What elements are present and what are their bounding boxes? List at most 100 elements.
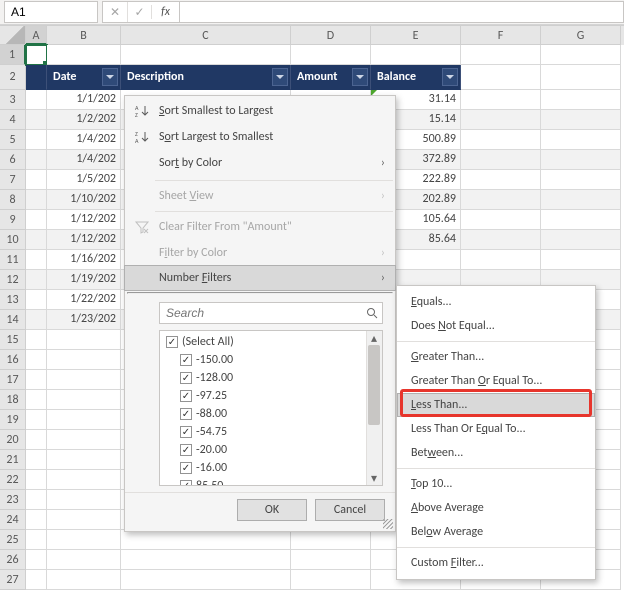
cell[interactable]: 1/12/202 <box>47 210 121 230</box>
cell[interactable] <box>541 110 621 130</box>
cell[interactable] <box>26 430 47 450</box>
checkbox-icon[interactable]: ✓ <box>180 462 192 474</box>
cell[interactable] <box>26 450 47 470</box>
cell[interactable] <box>26 45 47 65</box>
scrollbar-track[interactable]: ▴ ▾ <box>366 331 382 485</box>
cell[interactable] <box>541 150 621 170</box>
filter-check-item[interactable]: ✓-97.25 <box>160 387 382 405</box>
cell[interactable] <box>121 570 291 590</box>
filter-check-item[interactable]: ✓(Select All) <box>160 333 382 351</box>
checkbox-icon[interactable]: ✓ <box>180 372 192 384</box>
checkbox-icon[interactable]: ✓ <box>180 390 192 402</box>
cell[interactable] <box>26 370 47 390</box>
cell[interactable]: 1/1/202 <box>47 90 121 110</box>
name-box[interactable] <box>4 1 98 23</box>
cell[interactable] <box>461 170 541 190</box>
scrollbar-thumb[interactable] <box>368 345 380 425</box>
cell[interactable] <box>26 390 47 410</box>
cell[interactable] <box>291 45 371 65</box>
filter-check-item[interactable]: ✓-150.00 <box>160 351 382 369</box>
cell[interactable] <box>461 190 541 210</box>
row-header[interactable]: 8 <box>0 190 26 210</box>
cell[interactable] <box>47 530 121 550</box>
cell[interactable] <box>541 170 621 190</box>
cell[interactable] <box>26 510 47 530</box>
row-header[interactable]: 16 <box>0 350 26 370</box>
cell[interactable]: 1/23/202 <box>47 310 121 330</box>
cell[interactable] <box>47 350 121 370</box>
checkbox-icon[interactable]: ✓ <box>180 408 192 420</box>
filter-check-item[interactable]: ✓-88.00 <box>160 405 382 423</box>
filter-dropdown-button[interactable] <box>352 68 368 86</box>
row-header[interactable]: 18 <box>0 390 26 410</box>
row-header[interactable]: 19 <box>0 410 26 430</box>
header-description[interactable]: Description <box>121 65 291 90</box>
select-all-corner[interactable] <box>0 26 26 45</box>
less-than-item[interactable]: Less Than... <box>397 393 595 417</box>
cell[interactable] <box>26 290 47 310</box>
row-header[interactable]: 26 <box>0 550 26 570</box>
cell[interactable] <box>26 65 47 90</box>
checkbox-icon[interactable]: ✓ <box>180 354 192 366</box>
cell[interactable] <box>461 250 541 270</box>
sort-asc-item[interactable]: AZ Sort Smallest to Largest <box>125 98 395 124</box>
cell[interactable] <box>26 170 47 190</box>
cell[interactable] <box>26 570 47 590</box>
row-header[interactable]: 10 <box>0 230 26 250</box>
cell[interactable] <box>47 450 121 470</box>
cell[interactable] <box>26 350 47 370</box>
cell[interactable] <box>26 490 47 510</box>
cell[interactable] <box>541 90 621 110</box>
cell[interactable] <box>461 130 541 150</box>
cell[interactable] <box>26 530 47 550</box>
cell[interactable] <box>121 550 291 570</box>
filter-dropdown-button[interactable] <box>102 68 118 86</box>
cell[interactable] <box>541 190 621 210</box>
header-amount[interactable]: Amount <box>291 65 371 90</box>
below-average-item[interactable]: Below Average <box>397 520 595 544</box>
cell[interactable]: 1/19/202 <box>47 270 121 290</box>
cell[interactable] <box>541 210 621 230</box>
cell[interactable]: 1/16/202 <box>47 250 121 270</box>
cell[interactable] <box>47 570 121 590</box>
row-header[interactable]: 17 <box>0 370 26 390</box>
row-header[interactable]: 1 <box>0 45 26 65</box>
row-header[interactable]: 7 <box>0 170 26 190</box>
col-header-C[interactable]: C <box>121 26 291 45</box>
cell[interactable]: 1/12/202 <box>47 230 121 250</box>
cell[interactable] <box>461 45 541 65</box>
col-header-E[interactable]: E <box>371 26 461 45</box>
row-header[interactable]: 12 <box>0 270 26 290</box>
col-header-A[interactable]: A <box>26 26 47 45</box>
cell[interactable] <box>541 250 621 270</box>
cell[interactable] <box>26 470 47 490</box>
greater-equal-item[interactable]: Greater Than Or Equal To... <box>397 369 595 393</box>
cell[interactable] <box>26 270 47 290</box>
row-header[interactable]: 27 <box>0 570 26 590</box>
filter-search-input[interactable] <box>166 306 366 320</box>
cell[interactable] <box>541 130 621 150</box>
cell[interactable] <box>26 410 47 430</box>
row-header[interactable]: 3 <box>0 90 26 110</box>
row-header[interactable]: 14 <box>0 310 26 330</box>
filter-dropdown-button[interactable] <box>442 68 458 86</box>
cell[interactable] <box>461 90 541 110</box>
col-header-G[interactable]: G <box>541 26 621 45</box>
row-header[interactable]: 15 <box>0 330 26 350</box>
cell[interactable] <box>541 45 621 65</box>
filter-check-item[interactable]: ✓-16.00 <box>160 459 382 477</box>
cell[interactable]: 1/5/202 <box>47 170 121 190</box>
ok-button[interactable]: OK <box>237 499 307 521</box>
col-header-D[interactable]: D <box>291 26 371 45</box>
top10-item[interactable]: Top 10... <box>397 472 595 496</box>
equals-item[interactable]: Equals... <box>397 290 595 314</box>
cell[interactable] <box>121 45 291 65</box>
filter-search-box[interactable] <box>159 302 383 324</box>
row-header[interactable]: 21 <box>0 450 26 470</box>
cell[interactable]: 1/10/202 <box>47 190 121 210</box>
cell[interactable] <box>371 45 461 65</box>
cell[interactable] <box>26 310 47 330</box>
cell[interactable] <box>26 130 47 150</box>
cell[interactable] <box>541 230 621 250</box>
row-header[interactable]: 20 <box>0 430 26 450</box>
